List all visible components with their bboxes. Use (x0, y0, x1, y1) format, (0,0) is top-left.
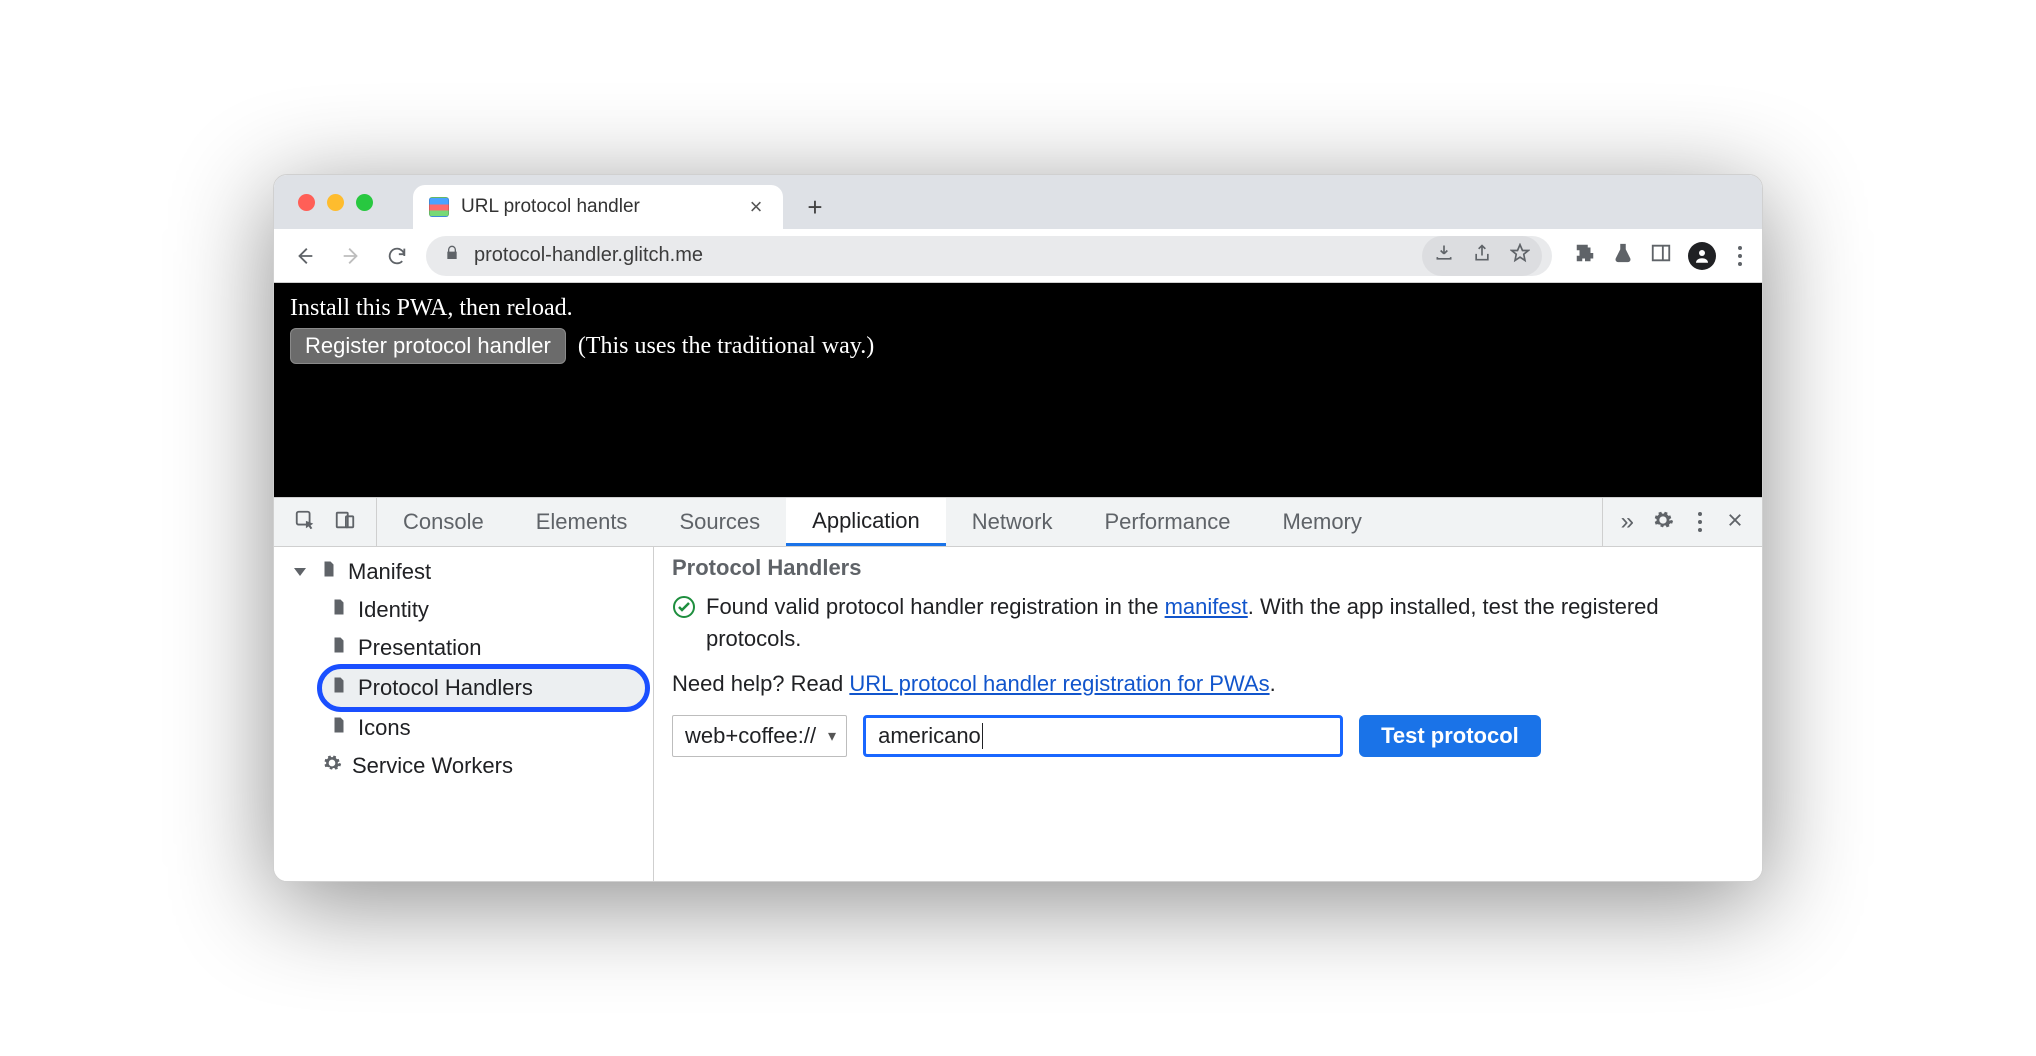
favicon-icon (429, 197, 449, 217)
disclosure-triangle-icon (294, 568, 306, 576)
sidebar-label: Service Workers (352, 753, 513, 779)
lock-icon (444, 244, 460, 267)
bookmark-icon[interactable] (1510, 243, 1530, 269)
sidebar-item-icons[interactable]: Icons (274, 709, 653, 747)
toolbar-right (1574, 242, 1748, 270)
file-icon (330, 714, 348, 742)
devtools-close-button[interactable] (1726, 511, 1744, 534)
tab-title: URL protocol handler (461, 196, 733, 218)
install-icon[interactable] (1434, 243, 1454, 269)
application-sidebar: Manifest Identity Presentation Protocol … (274, 547, 654, 881)
help-link[interactable]: URL protocol handler registration for PW… (849, 671, 1269, 696)
panel-title: Protocol Handlers (672, 555, 1744, 581)
file-icon (330, 596, 348, 624)
devtools-tabbar: Console Elements Sources Application Net… (274, 497, 1762, 547)
tab-elements[interactable]: Elements (510, 498, 654, 546)
window-minimize-button[interactable] (327, 194, 344, 211)
help-text: Need help? Read URL protocol handler reg… (672, 671, 1744, 697)
tab-close-button[interactable]: × (745, 196, 767, 218)
back-button[interactable] (288, 239, 322, 273)
status-text: Found valid protocol handler registratio… (706, 591, 1744, 655)
success-check-icon (672, 595, 696, 619)
omnibox-actions (1422, 236, 1542, 276)
tab-network[interactable]: Network (946, 498, 1079, 546)
devtools: Console Elements Sources Application Net… (274, 497, 1762, 881)
register-note: (This uses the traditional way.) (578, 333, 874, 360)
sidebar-item-manifest[interactable]: Manifest (274, 553, 653, 591)
file-icon (330, 674, 348, 702)
tab-application[interactable]: Application (786, 498, 946, 546)
sidebar-label: Identity (358, 597, 429, 623)
url-text: protocol-handler.glitch.me (474, 244, 703, 267)
forward-button[interactable] (334, 239, 368, 273)
gear-icon (322, 753, 342, 779)
window-close-button[interactable] (298, 194, 315, 211)
sidebar-item-identity[interactable]: Identity (274, 591, 653, 629)
browser-window: URL protocol handler × + protocol-handle… (273, 174, 1763, 882)
window-controls (298, 175, 373, 229)
more-tabs-button[interactable]: » (1621, 508, 1634, 536)
sidebar-item-service-workers[interactable]: Service Workers (274, 747, 653, 785)
new-tab-button[interactable]: + (793, 185, 837, 229)
protocol-scheme-select[interactable]: web+coffee:// (672, 715, 847, 757)
tab-strip: URL protocol handler × + (274, 175, 1762, 229)
share-icon[interactable] (1472, 243, 1492, 269)
tab-memory[interactable]: Memory (1256, 498, 1387, 546)
register-protocol-button[interactable]: Register protocol handler (290, 328, 566, 364)
sidebar-label: Protocol Handlers (358, 675, 533, 701)
side-panel-icon[interactable] (1650, 242, 1672, 269)
sidebar-label: Presentation (358, 635, 482, 661)
file-icon (330, 634, 348, 662)
chrome-menu-button[interactable] (1732, 246, 1748, 266)
protocol-value-input[interactable]: americano (863, 715, 1343, 757)
sidebar-item-presentation[interactable]: Presentation (274, 629, 653, 667)
tab-console[interactable]: Console (377, 498, 510, 546)
experiments-icon[interactable] (1612, 242, 1634, 269)
sidebar-label: Icons (358, 715, 411, 741)
browser-tab[interactable]: URL protocol handler × (413, 185, 783, 229)
toolbar: protocol-handler.glitch.me (274, 229, 1762, 283)
protocol-handlers-panel: Protocol Handlers Found valid protocol h… (654, 547, 1762, 881)
file-icon (320, 558, 338, 586)
profile-icon[interactable] (1688, 242, 1716, 270)
manifest-link[interactable]: manifest (1165, 594, 1248, 619)
instruction-text: Install this PWA, then reload. (290, 295, 1746, 322)
address-bar[interactable]: protocol-handler.glitch.me (426, 236, 1552, 276)
tab-sources[interactable]: Sources (653, 498, 786, 546)
sidebar-label: Manifest (348, 559, 431, 585)
device-toolbar-icon[interactable] (334, 509, 356, 536)
sidebar-item-protocol-handlers[interactable]: Protocol Handlers (322, 669, 645, 707)
tab-performance[interactable]: Performance (1078, 498, 1256, 546)
text-cursor (982, 723, 983, 749)
inspect-icon[interactable] (294, 509, 316, 536)
reload-button[interactable] (380, 239, 414, 273)
test-protocol-button[interactable]: Test protocol (1359, 715, 1541, 757)
devtools-menu-button[interactable] (1692, 512, 1708, 532)
extensions-icon[interactable] (1574, 242, 1596, 269)
window-zoom-button[interactable] (356, 194, 373, 211)
page-content: Install this PWA, then reload. Register … (274, 283, 1762, 497)
devtools-settings-icon[interactable] (1652, 509, 1674, 536)
